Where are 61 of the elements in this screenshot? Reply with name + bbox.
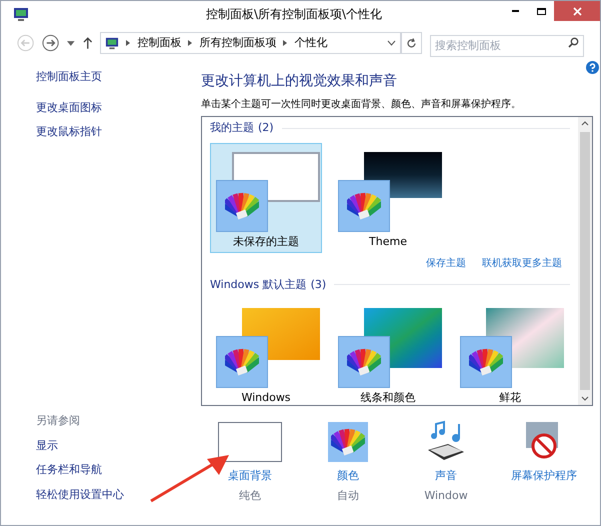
group-count: (2) bbox=[258, 120, 274, 136]
setting-item[interactable]: 桌面背景 纯色 bbox=[201, 420, 299, 504]
theme-tile[interactable]: Windows bbox=[210, 299, 322, 409]
refresh-button[interactable] bbox=[400, 32, 422, 54]
theme-name: 未保存的主题 bbox=[233, 234, 299, 250]
chevron-up-icon[interactable] bbox=[581, 121, 589, 126]
refresh-icon bbox=[406, 38, 417, 48]
setting-label: 颜色 bbox=[337, 468, 359, 484]
setting-value: 自动 bbox=[337, 488, 359, 504]
monitor-icon bbox=[13, 6, 29, 22]
monitor-icon bbox=[105, 36, 120, 50]
theme-name: 线条和颜色 bbox=[360, 390, 416, 406]
theme-tile[interactable]: 鲜花 bbox=[454, 299, 566, 409]
sidebar-link[interactable]: 更改鼠标指针 bbox=[36, 124, 201, 140]
sidebar-link[interactable]: 轻松使用设置中心 bbox=[36, 486, 201, 503]
chevron-down-icon[interactable] bbox=[581, 396, 589, 401]
group-title: Windows 默认主题 bbox=[210, 276, 307, 292]
group-title: 我的主题 bbox=[210, 120, 254, 136]
setting-value: 纯色 bbox=[239, 488, 261, 504]
setting-item[interactable]: 颜色 自动 bbox=[299, 420, 397, 504]
sidebar-link[interactable]: 控制面板主页 bbox=[36, 69, 201, 86]
theme-link[interactable]: 联机获取更多主题 bbox=[482, 256, 562, 270]
setting-label: 屏幕保护程序 bbox=[511, 468, 577, 484]
close-button[interactable] bbox=[554, 1, 600, 21]
sidebar-link[interactable]: 任务栏和导航 bbox=[36, 462, 201, 478]
blank-background-preview bbox=[218, 422, 282, 462]
description: 单击某个主题可一次性同时更改桌面背景、颜色、声音和屏幕保护程序。 bbox=[201, 98, 522, 112]
theme-tile[interactable]: Theme bbox=[332, 142, 444, 252]
up-arrow-icon[interactable] bbox=[82, 37, 92, 49]
chevron-right-icon bbox=[126, 40, 130, 46]
breadcrumb[interactable]: 所有控制面板项 bbox=[199, 34, 276, 52]
setting-item[interactable]: 声音 Window bbox=[397, 420, 495, 504]
sidebar-link[interactable]: 更改桌面图标 bbox=[36, 100, 201, 116]
close-icon bbox=[572, 6, 582, 16]
chevron-right-icon bbox=[188, 40, 192, 46]
help-icon[interactable] bbox=[586, 61, 599, 74]
theme-link[interactable]: 保存主题 bbox=[426, 256, 466, 270]
theme-tile[interactable]: 线条和颜色 bbox=[332, 299, 444, 409]
scrollbar[interactable] bbox=[578, 117, 592, 405]
theme-name: 鲜花 bbox=[499, 390, 521, 406]
address-bar[interactable]: 控制面板 所有控制面板项 个性化 bbox=[100, 32, 401, 54]
setting-label: 桌面背景 bbox=[228, 468, 272, 484]
chevron-right-icon bbox=[283, 40, 288, 46]
theme-name: Theme bbox=[369, 234, 407, 250]
group-count: (3) bbox=[310, 276, 326, 292]
dropdown-caret-icon[interactable] bbox=[67, 40, 75, 46]
breadcrumb[interactable]: 个性化 bbox=[294, 34, 328, 52]
breadcrumb[interactable]: 控制面板 bbox=[137, 34, 182, 52]
setting-label: 声音 bbox=[435, 468, 457, 484]
search-field[interactable]: 搜索控制面板 bbox=[430, 34, 584, 56]
window-title: 控制面板\所有控制面板项\个性化 bbox=[206, 6, 382, 23]
chevron-down-icon[interactable] bbox=[386, 40, 396, 46]
forward-icon[interactable] bbox=[42, 34, 60, 52]
setting-item[interactable]: 屏幕保护程序 bbox=[495, 420, 593, 504]
search-icon bbox=[568, 37, 579, 48]
page-heading: 更改计算机上的视觉效果和声音 bbox=[201, 72, 398, 91]
see-also-heading: 另请参阅 bbox=[36, 413, 81, 429]
setting-value: Window bbox=[424, 488, 468, 504]
sidebar-link[interactable]: 显示 bbox=[36, 438, 201, 454]
theme-tile[interactable]: 未保存的主题 bbox=[210, 142, 322, 252]
theme-name: Windows bbox=[241, 390, 291, 406]
